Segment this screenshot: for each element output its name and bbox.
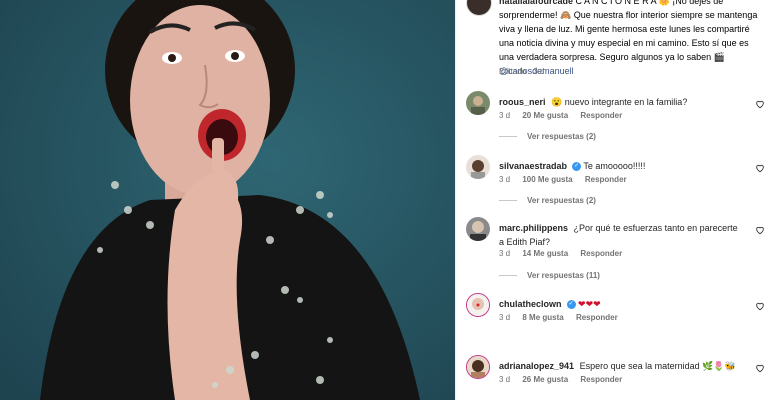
reply-button[interactable]: Responder [576, 313, 618, 322]
comment-text: Espero que sea la maternidad 🌿🌷🐝 [579, 361, 736, 371]
comment-likes[interactable]: 100 Me gusta [522, 175, 572, 184]
comment-meta: 3 d 100 Me gusta Responder [499, 175, 637, 184]
avatar[interactable] [466, 91, 490, 115]
heart-icon[interactable] [755, 163, 765, 173]
comment: chulatheclown ✓ ❤❤❤ 3 d 8 Me gusta Respon… [456, 293, 768, 353]
comment-username[interactable]: chulatheclown [499, 299, 562, 309]
author-avatar[interactable] [466, 0, 492, 16]
comment-text: ❤❤❤ [578, 299, 601, 309]
verified-badge-icon: ✓ [566, 300, 576, 310]
comments-panel: natalialafourcade C A N C I O N E R A 🌼 … [455, 0, 768, 400]
caption-meta: Editado · 3 d [499, 67, 545, 76]
comment-time: 3 d [499, 249, 511, 258]
reply-button[interactable]: Responder [580, 249, 622, 258]
avatar[interactable] [466, 217, 490, 241]
heart-icon[interactable] [755, 99, 765, 109]
view-replies-button[interactable]: Ver respuestas (2) [499, 196, 596, 205]
comment-likes[interactable]: 26 Me gusta [522, 375, 568, 384]
comment-text: 😮 nuevo integrante en la familia? [551, 97, 688, 107]
avatar[interactable] [466, 355, 490, 379]
comment: silvanaestradab ✓ Te amooooo!!!!! 3 d 100… [456, 155, 768, 215]
comment-time: 3 d [499, 375, 511, 384]
heart-icon[interactable] [755, 363, 765, 373]
comment-likes[interactable]: 20 Me gusta [522, 111, 568, 120]
reply-button[interactable]: Responder [580, 111, 622, 120]
reply-button[interactable]: Responder [585, 175, 627, 184]
caption-body: C A N C I O N E R A 🌼 ¡No dejes de sorpr… [499, 0, 758, 62]
avatar[interactable] [466, 293, 490, 317]
comment: roous_neri 😮 nuevo integrante en la fami… [456, 91, 768, 151]
comment-time: 3 d [499, 313, 511, 322]
heart-icon[interactable] [755, 301, 765, 311]
caption-username[interactable]: natalialafourcade [499, 0, 573, 6]
comment-meta: 3 d 26 Me gusta Responder [499, 375, 632, 384]
comment-username[interactable]: roous_neri [499, 97, 546, 107]
comment-meta: 3 d 20 Me gusta Responder [499, 111, 632, 120]
comment-likes[interactable]: 8 Me gusta [522, 313, 563, 322]
comment-likes[interactable]: 14 Me gusta [522, 249, 568, 258]
heart-icon[interactable] [755, 225, 765, 235]
view-replies-button[interactable]: Ver respuestas (11) [499, 271, 600, 280]
avatar[interactable] [466, 155, 490, 179]
comment-text: Te amooooo!!!!! [583, 161, 646, 171]
view-replies-button[interactable]: Ver respuestas (2) [499, 132, 596, 141]
comment-meta: 3 d 8 Me gusta Responder [499, 313, 628, 322]
comment-time: 3 d [499, 111, 511, 120]
post-photo[interactable] [0, 0, 455, 400]
comment-username[interactable]: adrianalopez_941 [499, 361, 574, 371]
comment-meta: 3 d 14 Me gusta Responder [499, 249, 632, 258]
comment: adrianalopez_941 Espero que sea la mater… [456, 355, 768, 400]
verified-badge-icon: ✓ [572, 162, 582, 172]
comment-time: 3 d [499, 175, 511, 184]
comment: marc.philippens ¿Por qué te esfuerzas ta… [456, 217, 768, 280]
comment-username[interactable]: silvanaestradab [499, 161, 567, 171]
comment-username[interactable]: marc.philippens [499, 223, 568, 233]
woman-photo-illustration [0, 0, 455, 400]
reply-button[interactable]: Responder [580, 375, 622, 384]
